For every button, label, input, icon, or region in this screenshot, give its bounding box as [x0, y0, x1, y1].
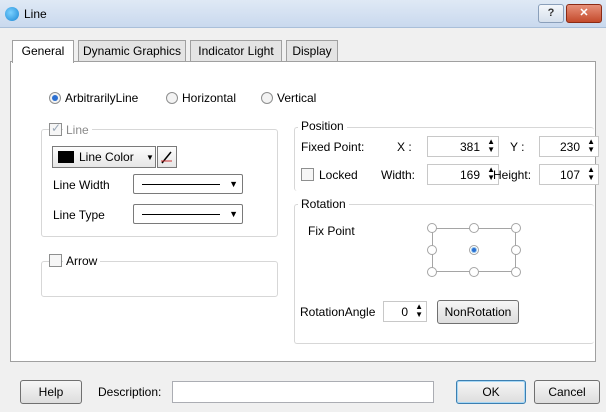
line-color-label: Line Color [79, 150, 134, 164]
chevron-down-icon: ▼ [229, 209, 238, 219]
chevron-down-icon: ▼ [146, 153, 154, 162]
locked-label: Locked [319, 168, 358, 182]
fix-point-center[interactable] [469, 245, 479, 255]
line-width-sample [142, 184, 220, 185]
x-value: 381 [459, 140, 480, 154]
spin-arrows-icon: ▲ ▼ [587, 137, 595, 154]
close-button[interactable]: ✕ [566, 4, 602, 23]
fix-point-middle-left[interactable] [427, 245, 437, 255]
app-icon [5, 7, 19, 21]
tab-general[interactable]: General [12, 40, 74, 63]
arrow-group-title: Arrow [63, 254, 101, 268]
spin-arrows-icon: ▲ ▼ [415, 302, 423, 319]
line-type-sample [142, 214, 220, 215]
x-label: X : [397, 140, 412, 154]
line-checkbox[interactable] [49, 121, 62, 136]
fix-point-top-center[interactable] [469, 223, 479, 233]
height-label: Height: [493, 168, 532, 182]
radio-horizontal[interactable] [166, 92, 178, 104]
fix-point-label: Fix Point [308, 224, 355, 238]
height-spinbox[interactable]: 107 ▲ ▼ [539, 164, 599, 185]
radio-arbitrarily-line[interactable] [49, 92, 61, 104]
rotation-group-title: Rotation [298, 197, 349, 211]
help-button[interactable]: Help [20, 380, 82, 404]
radio-horizontal-label: Horizontal [182, 91, 237, 105]
chevron-down-icon: ▼ [229, 179, 238, 189]
rotation-angle-value: 0 [401, 305, 408, 319]
rotation-angle-spinbox[interactable]: 0 ▲ ▼ [383, 301, 427, 322]
line-color-swatch [58, 151, 74, 163]
fix-point-top-right[interactable] [511, 223, 521, 233]
fix-point-bottom-right[interactable] [511, 267, 521, 277]
title-bar: Line ? ✕ [0, 0, 606, 28]
tab-panel-general: ArbitrarilyLine Horizontal Vertical Line… [10, 61, 599, 362]
window-title: Line [24, 7, 47, 21]
width-spinbox[interactable]: 169 ▲ ▼ [427, 164, 499, 185]
title-help-button[interactable]: ? [538, 4, 564, 23]
eyedropper-icon [161, 151, 172, 164]
fix-point-bottom-left[interactable] [427, 267, 437, 277]
description-input[interactable] [172, 381, 434, 403]
spin-arrows-icon: ▲ ▼ [587, 165, 595, 182]
rotation-angle-label: RotationAngle [300, 305, 376, 319]
line-width-select[interactable]: ▼ [133, 174, 243, 194]
width-value: 169 [459, 168, 480, 182]
x-spinbox[interactable]: 381 ▲ ▼ [427, 136, 499, 157]
y-label: Y : [510, 140, 525, 154]
spin-arrows-icon: ▲ ▼ [487, 137, 495, 154]
line-type-label: Line Type [53, 208, 105, 222]
height-value: 107 [559, 168, 580, 182]
radio-vertical[interactable] [261, 92, 273, 104]
ok-button[interactable]: OK [456, 380, 526, 404]
fix-point-middle-right[interactable] [511, 245, 521, 255]
radio-arbitrarily-line-label: ArbitrarilyLine [65, 91, 139, 105]
tab-dynamic-graphics[interactable]: Dynamic Graphics [78, 40, 186, 62]
line-color-button[interactable]: Line Color ▼ [52, 146, 156, 168]
arrow-checkbox[interactable] [49, 254, 62, 267]
radio-vertical-label: Vertical [277, 91, 317, 105]
y-spinbox[interactable]: 230 ▲ ▼ [539, 136, 599, 157]
line-group-title: Line [63, 123, 92, 137]
position-group-title: Position [298, 119, 347, 133]
line-width-label: Line Width [53, 178, 110, 192]
non-rotation-button[interactable]: NonRotation [437, 300, 519, 324]
color-picker-button[interactable] [157, 146, 177, 168]
tab-indicator-light[interactable]: Indicator Light [190, 40, 282, 62]
fix-point-top-left[interactable] [427, 223, 437, 233]
locked-checkbox[interactable] [301, 168, 314, 181]
fix-point-bottom-center[interactable] [469, 267, 479, 277]
fixed-point-label: Fixed Point: [301, 140, 365, 154]
tab-display[interactable]: Display [286, 40, 338, 62]
line-type-select[interactable]: ▼ [133, 204, 243, 224]
description-label: Description: [98, 385, 162, 399]
cancel-button[interactable]: Cancel [534, 380, 600, 404]
y-value: 230 [559, 140, 580, 154]
width-label: Width: [381, 168, 416, 182]
